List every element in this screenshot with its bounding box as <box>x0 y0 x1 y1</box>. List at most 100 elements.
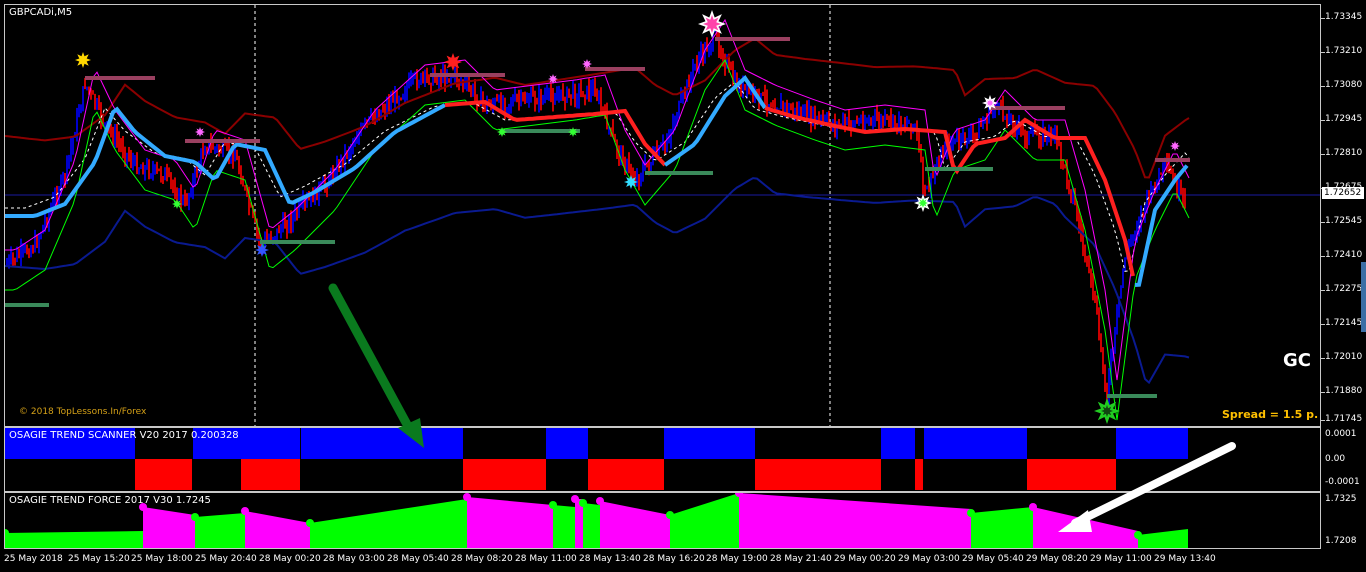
force-tick: 1.7325 <box>1325 494 1357 504</box>
force-dot <box>666 511 674 519</box>
chart-symbol-title: GBPCADi,M5 <box>9 7 73 18</box>
force-area-segment <box>1138 529 1188 548</box>
star-signal-icon <box>548 74 558 84</box>
time-axis-label: 25 May 2018 <box>4 554 63 564</box>
force-dot <box>549 501 557 509</box>
main-chart-pane[interactable]: GBPCADi,M5 © 2018 TopLessons.In/Forex <box>4 4 1321 427</box>
scale-scroll-marker[interactable] <box>1361 262 1366 332</box>
time-axis-label: 28 May 19:00 <box>706 554 768 564</box>
copyright-text: © 2018 TopLessons.In/Forex <box>19 407 147 417</box>
time-axis-label: 28 May 03:00 <box>323 554 385 564</box>
force-dot <box>596 497 604 505</box>
force-dot <box>1134 531 1142 539</box>
force-area-segment <box>143 507 195 548</box>
price-tick: 1.71880 <box>1325 386 1363 396</box>
time-axis-label: 25 May 15:20 <box>68 554 130 564</box>
scanner-bar-down <box>135 459 192 490</box>
scanner-bar-down <box>755 459 881 490</box>
star-signal-icon <box>986 99 994 107</box>
spread-label: Spread = 1.5 p. <box>1222 408 1319 421</box>
force-area-segment <box>600 501 670 548</box>
scanner-bar-up <box>881 428 915 459</box>
star-signal-icon <box>703 15 721 33</box>
time-axis-label: 25 May 20:40 <box>195 554 257 564</box>
star-signal-icon <box>1101 405 1113 417</box>
price-tick: 1.73210 <box>1325 46 1363 56</box>
price-tick: 1.72410 <box>1325 250 1363 260</box>
price-tick: 1.72275 <box>1325 284 1363 294</box>
star-signal-icon <box>582 59 592 69</box>
time-axis-label: 29 May 08:20 <box>1026 554 1088 564</box>
moving-average-down <box>444 99 667 167</box>
scanner-bar-up <box>1116 428 1188 459</box>
time-axis-label: 28 May 16:20 <box>643 554 705 564</box>
trend-scanner-pane[interactable]: OSAGIE TREND SCANNER V20 2017 0.200328 <box>4 427 1321 492</box>
force-dot <box>571 495 579 503</box>
price-tick: 1.72945 <box>1325 114 1363 124</box>
scanner-bar-down <box>1027 459 1116 490</box>
force-area-segment <box>1033 507 1138 548</box>
price-tick: 1.72545 <box>1325 216 1363 226</box>
force-dot <box>191 513 199 521</box>
scanner-bar-up <box>546 428 588 459</box>
scanner-bar-down <box>588 459 664 490</box>
gc-label: GC <box>1283 350 1311 371</box>
force-tick: 1.7208 <box>1325 536 1357 546</box>
price-tick: 1.71745 <box>1325 414 1363 424</box>
time-axis: 25 May 2018 25 May 15:20 25 May 18:00 25 Ma… <box>0 549 1366 572</box>
force-dot <box>1029 503 1037 511</box>
time-axis-label: 29 May 03:00 <box>898 554 960 564</box>
star-signal-icon <box>255 243 269 257</box>
time-axis-label: 28 May 05:40 <box>387 554 449 564</box>
time-axis-label: 29 May 05:40 <box>962 554 1024 564</box>
star-signal-icon <box>172 199 182 209</box>
time-axis-label: 28 May 21:40 <box>770 554 832 564</box>
time-axis-label: 28 May 08:20 <box>451 554 513 564</box>
star-signal-icon <box>568 127 578 137</box>
price-tick: 1.73080 <box>1325 80 1363 90</box>
force-dot <box>306 519 314 527</box>
force-area-segment <box>553 505 575 548</box>
force-area-segment <box>195 513 245 548</box>
time-axis-label: 29 May 11:00 <box>1090 554 1152 564</box>
force-dot <box>463 493 471 501</box>
time-axis-label: 28 May 13:40 <box>579 554 641 564</box>
time-axis-label: 29 May 13:40 <box>1154 554 1216 564</box>
star-signal-icon <box>1170 141 1180 151</box>
star-signal-icon <box>624 175 638 189</box>
force-area-segment <box>310 499 467 548</box>
price-tick: 1.72145 <box>1325 318 1363 328</box>
scanner-bar-up <box>924 428 1027 459</box>
moving-average-up <box>663 74 767 167</box>
star-signal-icon <box>918 198 928 208</box>
time-axis-label: 29 May 00:20 <box>834 554 896 564</box>
scanner-bar-down <box>463 459 546 490</box>
force-area-segment <box>583 503 600 548</box>
time-axis-label: 28 May 11:00 <box>515 554 577 564</box>
scanner-bar-up <box>664 428 755 459</box>
scanner-bar-down <box>241 459 300 490</box>
lower-band-line <box>5 177 1190 385</box>
scanner-scale: 0.0001 0.00 -0.0001 <box>1321 427 1366 492</box>
scanner-bar-down <box>915 459 923 490</box>
scanner-tick: 0.00 <box>1325 454 1346 464</box>
scanner-bar-up <box>301 428 463 459</box>
force-area-segment <box>5 531 143 548</box>
price-tick: 1.72810 <box>1325 148 1363 158</box>
scanner-tick: 0.0001 <box>1325 429 1357 439</box>
star-signal-icon <box>75 52 91 68</box>
scanner-tick: -0.0001 <box>1325 477 1360 487</box>
star-signal-icon <box>497 127 507 137</box>
price-tick: 1.72010 <box>1325 352 1363 362</box>
trend-force-pane[interactable]: OSAGIE TREND FORCE 2017 V30 1.7245 <box>4 492 1321 549</box>
time-axis-label: 28 May 00:20 <box>259 554 321 564</box>
force-dot <box>579 499 587 507</box>
force-area-segment <box>739 493 971 548</box>
star-signal-icon <box>195 127 205 137</box>
force-scale: 1.7325 1.7208 <box>1321 492 1366 549</box>
current-price-badge: 1.72652 <box>1322 187 1364 199</box>
price-tick: 1.73345 <box>1325 12 1363 22</box>
moving-average-down <box>764 106 1135 277</box>
force-area-segment <box>971 507 1033 548</box>
force-dot <box>241 507 249 515</box>
